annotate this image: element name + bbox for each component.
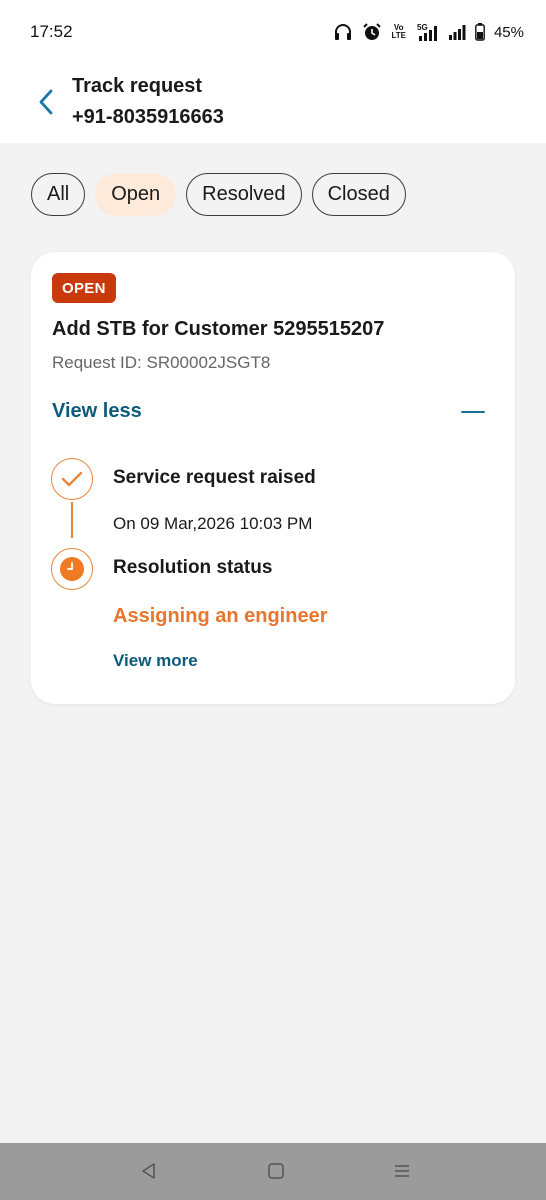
- back-triangle-icon: [142, 1163, 155, 1179]
- step-title-resolution: Resolution status: [113, 557, 273, 578]
- nav-home-button[interactable]: [264, 1159, 288, 1183]
- step-resolution-indicator: [51, 548, 93, 590]
- minus-icon: [461, 410, 485, 414]
- 5g-signal-icon: 5G: [415, 23, 439, 41]
- volte-icon: Vo LTE: [391, 23, 406, 40]
- request-id: Request ID: SR00002JSGT8: [52, 353, 271, 372]
- status-bar: 17:52 Vo LTE 5G 45%: [0, 0, 546, 64]
- svg-text:5G: 5G: [417, 23, 428, 32]
- timeline-connector: [71, 502, 73, 538]
- header-text: Track request +91-8035916663: [72, 74, 224, 129]
- signal-icon: [448, 24, 466, 40]
- nav-recents-button[interactable]: [390, 1159, 414, 1183]
- system-nav-bar: [0, 1143, 546, 1200]
- filter-chip-all[interactable]: All: [31, 173, 86, 216]
- recents-menu-icon: [395, 1165, 409, 1177]
- view-more-link[interactable]: View more: [113, 651, 198, 671]
- nav-back-button[interactable]: [137, 1159, 161, 1183]
- status-badge: OPEN: [52, 273, 116, 303]
- status-time: 17:52: [30, 22, 73, 41]
- headphones-icon: [333, 23, 353, 41]
- clock-icon: [60, 557, 84, 581]
- status-icons: Vo LTE 5G 45%: [333, 22, 524, 42]
- chevron-left-icon: [39, 89, 53, 115]
- back-button[interactable]: [30, 86, 62, 118]
- filter-chip-closed[interactable]: Closed: [311, 173, 406, 216]
- battery-icon: [475, 23, 485, 41]
- page-title: Track request: [72, 75, 203, 97]
- request-title: Add STB for Customer 5295515207: [52, 318, 385, 340]
- collapse-button[interactable]: [461, 408, 487, 416]
- battery-percentage: 45%: [493, 23, 524, 41]
- filter-chips: All Open Resolved Closed: [31, 173, 406, 216]
- step-date: On 09 Mar,2026 10:03 PM: [113, 514, 313, 533]
- step-raised-indicator: [51, 458, 93, 500]
- filter-chip-open[interactable]: Open: [95, 173, 177, 216]
- alarm-icon: [362, 22, 382, 42]
- view-less-link[interactable]: View less: [52, 400, 142, 423]
- app-header: Track request +91-8035916663: [0, 64, 546, 143]
- page-subtitle-phone: +91-8035916663: [72, 106, 224, 128]
- filter-chip-resolved[interactable]: Resolved: [186, 173, 302, 216]
- request-card: OPEN Add STB for Customer 5295515207 Req…: [31, 252, 515, 704]
- step-title-raised: Service request raised: [113, 467, 316, 488]
- check-icon: [61, 471, 83, 487]
- resolution-status-text: Assigning an engineer: [113, 605, 328, 627]
- home-square-icon: [268, 1163, 284, 1179]
